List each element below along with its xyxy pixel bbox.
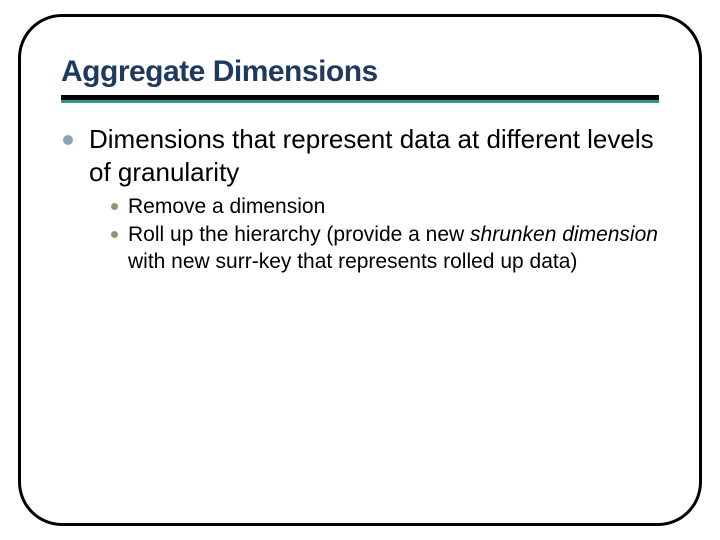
bullet-icon xyxy=(63,135,73,145)
list-item: Roll up the hierarchy (provide a new shr… xyxy=(111,222,659,275)
slide-frame: Aggregate Dimensions Dimensions that rep… xyxy=(18,14,702,526)
list-item: Remove a dimension xyxy=(111,194,659,220)
bullet-icon xyxy=(111,231,118,238)
main-point-text: Dimensions that represent data at differ… xyxy=(89,123,659,188)
sub-point-a: Remove a dimension xyxy=(128,194,325,220)
list-item: Dimensions that represent data at differ… xyxy=(63,123,659,188)
slide-title: Aggregate Dimensions xyxy=(61,55,659,89)
sub-b-italic: shrunken dimension xyxy=(470,223,658,246)
sub-b-post: with new surr-key that represents rolled… xyxy=(128,250,577,273)
title-underline xyxy=(61,95,659,103)
slide-content: Dimensions that represent data at differ… xyxy=(61,123,659,275)
sub-b-pre: Roll up the hierarchy (provide a new xyxy=(128,223,470,246)
sub-list: Remove a dimension Roll up the hierarchy… xyxy=(111,194,659,275)
bullet-icon xyxy=(111,203,118,210)
sub-point-b: Roll up the hierarchy (provide a new shr… xyxy=(128,222,659,275)
